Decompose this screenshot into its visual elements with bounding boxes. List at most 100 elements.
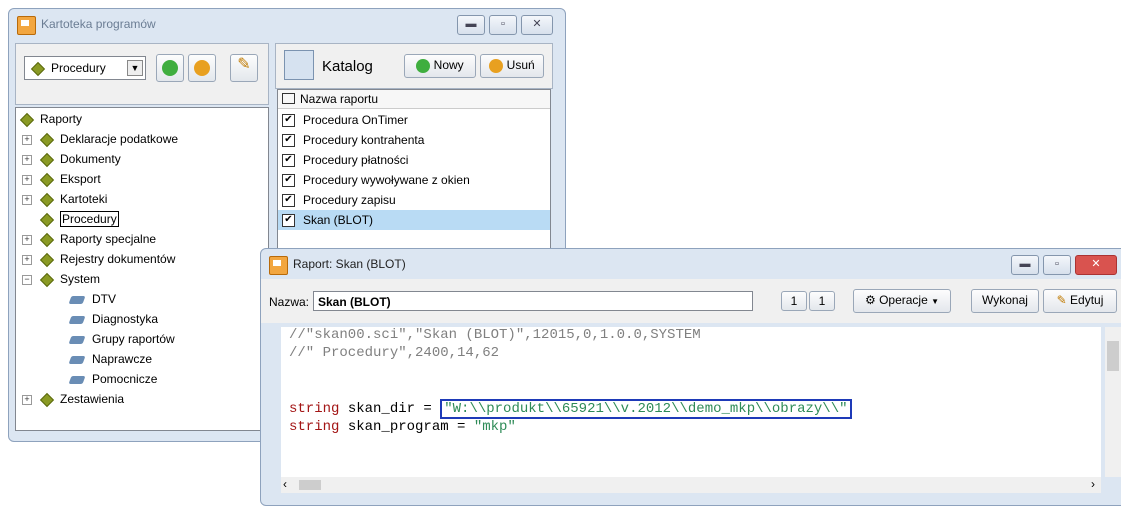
tree-label: Zestawienia (60, 392, 125, 406)
tree-label: Naprawcze (92, 352, 153, 366)
category-dropdown[interactable]: Procedury ▼ (24, 56, 146, 80)
tree-subitem[interactable]: Pomocnicze (70, 370, 157, 388)
chevron-left-icon[interactable]: ‹ (283, 477, 287, 491)
expand-icon[interactable]: + (22, 395, 32, 405)
maximize-button[interactable]: ▫ (489, 15, 517, 35)
tree-item[interactable]: System (39, 270, 101, 288)
close-button[interactable]: ✕ (521, 15, 553, 35)
group-icon (70, 354, 86, 366)
edit-button[interactable]: ✎ Edytuj (1043, 289, 1117, 313)
code-keyword: string (289, 401, 340, 417)
tree-label: Grupy raportów (92, 332, 175, 346)
checkbox[interactable]: ✔ (282, 114, 295, 128)
header-checkbox[interactable] (282, 93, 295, 104)
edit-button[interactable]: ✎ (230, 54, 258, 82)
expand-icon[interactable]: + (22, 155, 32, 165)
diamond-icon (39, 152, 55, 167)
diamond-icon (39, 132, 55, 147)
checkbox[interactable]: ✔ (282, 194, 295, 208)
tree-label: Dokumenty (60, 152, 121, 166)
code-line: //"skan00.sci","Skan (BLOT)",12015,0,1.0… (289, 327, 701, 343)
plus-icon (162, 59, 178, 76)
report-label: Procedury kontrahenta (303, 133, 425, 147)
pencil-icon: ✎ (237, 56, 251, 73)
list-item[interactable]: ✔ Procedury płatności (282, 150, 408, 170)
horizontal-scrollbar[interactable]: ‹ › (281, 477, 1101, 493)
tree-subitem[interactable]: DTV (70, 290, 116, 308)
list-item[interactable]: ✔ Procedura OnTimer (282, 110, 408, 130)
diamond-icon (39, 172, 55, 187)
add-button[interactable] (156, 54, 184, 82)
catalog-label: Katalog (322, 58, 373, 75)
checkbox[interactable]: ✔ (282, 154, 295, 168)
list-item[interactable]: ✔ Procedury zapisu (282, 190, 396, 210)
code-editor[interactable]: //"skan00.sci","Skan (BLOT)",12015,0,1.0… (281, 327, 1101, 477)
tree-item[interactable]: Eksport (39, 170, 101, 188)
scrollbar-thumb[interactable] (1107, 341, 1119, 371)
vertical-scrollbar[interactable] (1105, 327, 1121, 477)
tree-item[interactable]: Zestawienia (39, 390, 125, 408)
minimize-button[interactable]: ▬ (457, 15, 485, 35)
checkbox[interactable]: ✔ (282, 214, 295, 228)
expand-icon[interactable]: + (22, 255, 32, 265)
list-item[interactable]: ✔ Procedury kontrahenta (282, 130, 424, 150)
remove-button[interactable] (188, 54, 216, 82)
tree-subitem[interactable]: Diagnostyka (70, 310, 158, 328)
catalog-icon (284, 50, 314, 80)
expand-icon[interactable]: + (22, 135, 32, 145)
maximize-button[interactable]: ▫ (1043, 255, 1071, 275)
tree-item[interactable]: Rejestry dokumentów (39, 250, 175, 268)
tree-subitem[interactable]: Grupy raportów (70, 330, 175, 348)
group-icon (70, 294, 86, 306)
code-text: skan_program = (339, 419, 474, 435)
checkbox[interactable]: ✔ (282, 174, 295, 188)
code-keyword: string (289, 419, 340, 435)
expand-icon[interactable]: + (22, 235, 32, 245)
page-total[interactable]: 1 (809, 291, 835, 311)
code-string: "mkp" (473, 419, 516, 435)
checkbox[interactable]: ✔ (282, 134, 295, 148)
tree-subitem[interactable]: Naprawcze (70, 350, 152, 368)
tree-item[interactable]: Dokumenty (39, 150, 121, 168)
scrollbar-thumb[interactable] (299, 480, 321, 490)
code-text: skan_dir = (339, 401, 441, 417)
name-field[interactable]: Skan (BLOT) (313, 291, 753, 311)
tree-label: Procedury (60, 211, 119, 227)
collapse-icon[interactable]: − (22, 275, 32, 285)
tree-item-root[interactable]: Raporty (19, 110, 82, 128)
diamond-icon (39, 252, 55, 267)
gear-icon: ⚙ (864, 293, 876, 307)
new-button[interactable]: Nowy (404, 54, 476, 78)
pencil-icon: ✎ (1056, 293, 1067, 307)
report-editor-window: Raport: Skan (BLOT) ▬ ▫ ✕ Nazwa: Skan (B… (260, 248, 1121, 506)
operations-button[interactable]: ⚙ Operacje ▼ (853, 289, 951, 313)
dropdown-value: Procedury (51, 61, 106, 75)
report-label: Procedury zapisu (303, 193, 396, 207)
title-bar: Raport: Skan (BLOT) ▬ ▫ ✕ (261, 249, 1121, 279)
delete-label: Usuń (506, 58, 535, 72)
tree-item-selected[interactable]: Procedury (39, 210, 119, 228)
report-label: Procedura OnTimer (303, 113, 408, 127)
expand-icon[interactable]: + (22, 195, 32, 205)
tree-item[interactable]: Kartoteki (39, 190, 108, 208)
list-item-selected[interactable]: ✔ Skan (BLOT) (278, 210, 550, 230)
tree-item[interactable]: Deklaracje podatkowe (39, 130, 178, 148)
highlighted-path-string: "W:\\produkt\\65921\\v.2012\\demo_mkp\\o… (440, 399, 852, 419)
close-button[interactable]: ✕ (1075, 255, 1117, 275)
expand-icon[interactable]: + (22, 175, 32, 185)
tree-label: DTV (92, 292, 116, 306)
tree-label: Kartoteki (60, 192, 108, 206)
execute-button[interactable]: Wykonaj (971, 289, 1039, 313)
delete-button[interactable]: Usuń (480, 54, 544, 78)
list-item[interactable]: ✔ Procedury wywoływane z okien (282, 170, 470, 190)
page-current[interactable]: 1 (781, 291, 807, 311)
window-title: Kartoteka programów (41, 17, 156, 31)
minimize-button[interactable]: ▬ (1011, 255, 1039, 275)
new-label: Nowy (433, 58, 464, 72)
tree-item[interactable]: Raporty specjalne (39, 230, 156, 248)
chevron-right-icon[interactable]: › (1091, 477, 1095, 491)
chevron-down-icon[interactable]: ▼ (127, 60, 143, 76)
tree-label: Eksport (60, 172, 101, 186)
minus-icon (194, 59, 210, 76)
tree-label: System (60, 272, 101, 286)
